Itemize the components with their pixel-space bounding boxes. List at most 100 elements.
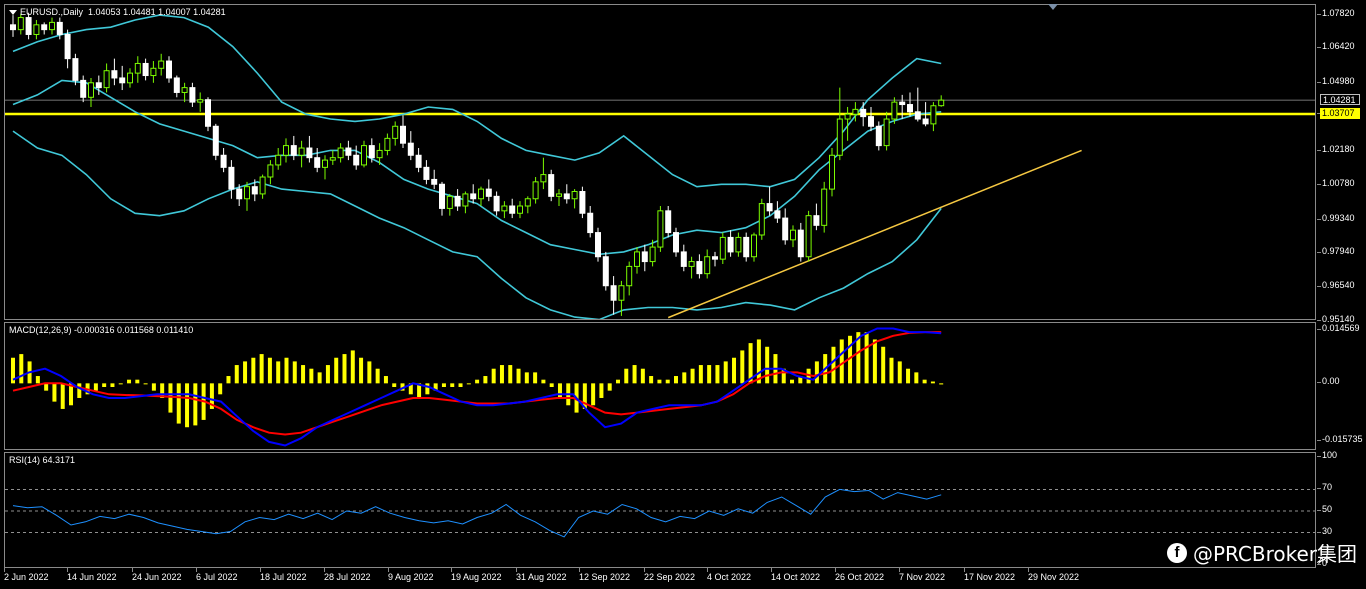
macd-histogram-bar bbox=[541, 379, 546, 384]
candle-body bbox=[930, 105, 937, 125]
candle bbox=[938, 95, 945, 107]
candle bbox=[766, 186, 773, 216]
candle-body bbox=[704, 256, 711, 275]
candle-body bbox=[423, 166, 430, 180]
macd-indicator-pane[interactable]: MACD(12,26,9) -0.000316 0.011568 0.01141… bbox=[4, 322, 1316, 450]
price-tick-label: 1.07820 bbox=[1317, 7, 1355, 18]
candle-body bbox=[868, 116, 874, 127]
candle bbox=[509, 198, 516, 219]
candle bbox=[244, 181, 250, 211]
candle-body bbox=[72, 58, 79, 81]
macd-histogram-bar bbox=[549, 383, 554, 387]
candle bbox=[587, 206, 594, 238]
candle-body bbox=[290, 145, 297, 156]
macd-histogram-bar bbox=[383, 376, 388, 384]
candle bbox=[361, 140, 367, 168]
candle bbox=[751, 232, 757, 262]
candle bbox=[41, 22, 48, 35]
candle bbox=[829, 148, 835, 197]
horizontal-line-price-label: 1.03707 bbox=[1320, 108, 1360, 120]
candle bbox=[883, 111, 890, 151]
date-tick-label: 14 Oct 2022 bbox=[771, 568, 821, 582]
price-chart-canvas[interactable] bbox=[5, 5, 1316, 320]
macd-histogram-bar bbox=[906, 368, 911, 384]
candle-body bbox=[142, 62, 149, 77]
candle-body bbox=[166, 60, 172, 79]
macd-histogram-bar bbox=[367, 361, 372, 384]
price-tick-label: 1.02180 bbox=[1317, 143, 1355, 154]
macd-histogram-bar bbox=[740, 350, 745, 384]
rsi-canvas[interactable] bbox=[5, 453, 1316, 568]
candle-body bbox=[774, 210, 781, 219]
candle-body bbox=[119, 77, 126, 84]
candle-body bbox=[875, 125, 882, 147]
candle-body bbox=[88, 82, 94, 98]
bollinger-upper-band bbox=[12, 14, 942, 188]
date-tick-label: 12 Sep 2022 bbox=[579, 568, 631, 582]
price-tick-label: 1.04980 bbox=[1317, 76, 1355, 87]
candle-body bbox=[314, 157, 321, 168]
candle bbox=[602, 251, 609, 291]
macd-histogram-bar bbox=[151, 383, 156, 391]
candle bbox=[298, 140, 305, 168]
candle bbox=[610, 276, 617, 315]
candle bbox=[470, 184, 477, 204]
candle bbox=[579, 186, 586, 219]
candle bbox=[657, 206, 664, 252]
candle-body bbox=[244, 186, 250, 200]
candle-body bbox=[462, 193, 469, 207]
macd-histogram-bar bbox=[60, 383, 65, 409]
candle bbox=[563, 184, 570, 204]
candle-body bbox=[267, 164, 274, 178]
dropdown-triangle-icon[interactable] bbox=[9, 10, 17, 16]
macd-histogram-bar bbox=[309, 368, 314, 384]
candle bbox=[423, 160, 430, 185]
candle bbox=[166, 56, 172, 83]
macd-histogram-bar bbox=[102, 383, 107, 387]
candle bbox=[688, 256, 695, 279]
candle bbox=[400, 115, 406, 149]
candle-body bbox=[618, 285, 625, 301]
candle-body bbox=[228, 166, 235, 190]
candle-body bbox=[766, 203, 773, 212]
macd-histogram-bar bbox=[44, 383, 49, 391]
candle-body bbox=[595, 232, 601, 258]
candle-body bbox=[205, 99, 211, 127]
price-chart-pane[interactable]: EURUSD.,Daily 1.04053 1.04481 1.04007 1.… bbox=[4, 4, 1316, 320]
macd-histogram-bar bbox=[292, 361, 297, 384]
candle-body bbox=[275, 154, 282, 166]
macd-tick-label: -0.015735 bbox=[1317, 433, 1363, 444]
chart-shift-marker-icon[interactable] bbox=[1048, 4, 1058, 10]
macd-histogram-bar bbox=[698, 365, 703, 384]
candle-body bbox=[813, 215, 820, 226]
candle-body bbox=[626, 265, 633, 287]
rsi-label: RSI(14) 64.3171 bbox=[9, 455, 76, 465]
candle-body bbox=[860, 108, 867, 118]
macd-histogram-bar bbox=[135, 379, 140, 384]
candle-body bbox=[485, 188, 492, 197]
macd-histogram-bar bbox=[127, 379, 132, 384]
macd-histogram-bar bbox=[723, 361, 728, 384]
macd-histogram-bar bbox=[615, 379, 620, 384]
candle bbox=[111, 58, 118, 86]
candle bbox=[626, 261, 633, 296]
rsi-indicator-pane[interactable]: RSI(14) 64.3171 bbox=[4, 452, 1316, 568]
macd-histogram-bar bbox=[19, 354, 24, 384]
candle bbox=[150, 61, 157, 83]
candle bbox=[407, 131, 414, 161]
candle-body bbox=[103, 70, 110, 89]
candle-body bbox=[158, 60, 165, 69]
macd-tick-label: 0.014569 bbox=[1317, 323, 1360, 334]
price-tick-label: 0.99340 bbox=[1317, 212, 1355, 223]
candle bbox=[228, 160, 235, 199]
candle bbox=[446, 193, 453, 216]
macd-canvas[interactable] bbox=[5, 323, 1316, 450]
candle bbox=[345, 140, 352, 161]
macd-histogram-bar bbox=[93, 383, 98, 391]
candle bbox=[173, 75, 180, 98]
candle-body bbox=[337, 147, 344, 159]
macd-histogram-bar bbox=[176, 383, 181, 424]
candle bbox=[220, 148, 227, 173]
candle bbox=[524, 196, 531, 214]
candle bbox=[275, 148, 282, 170]
